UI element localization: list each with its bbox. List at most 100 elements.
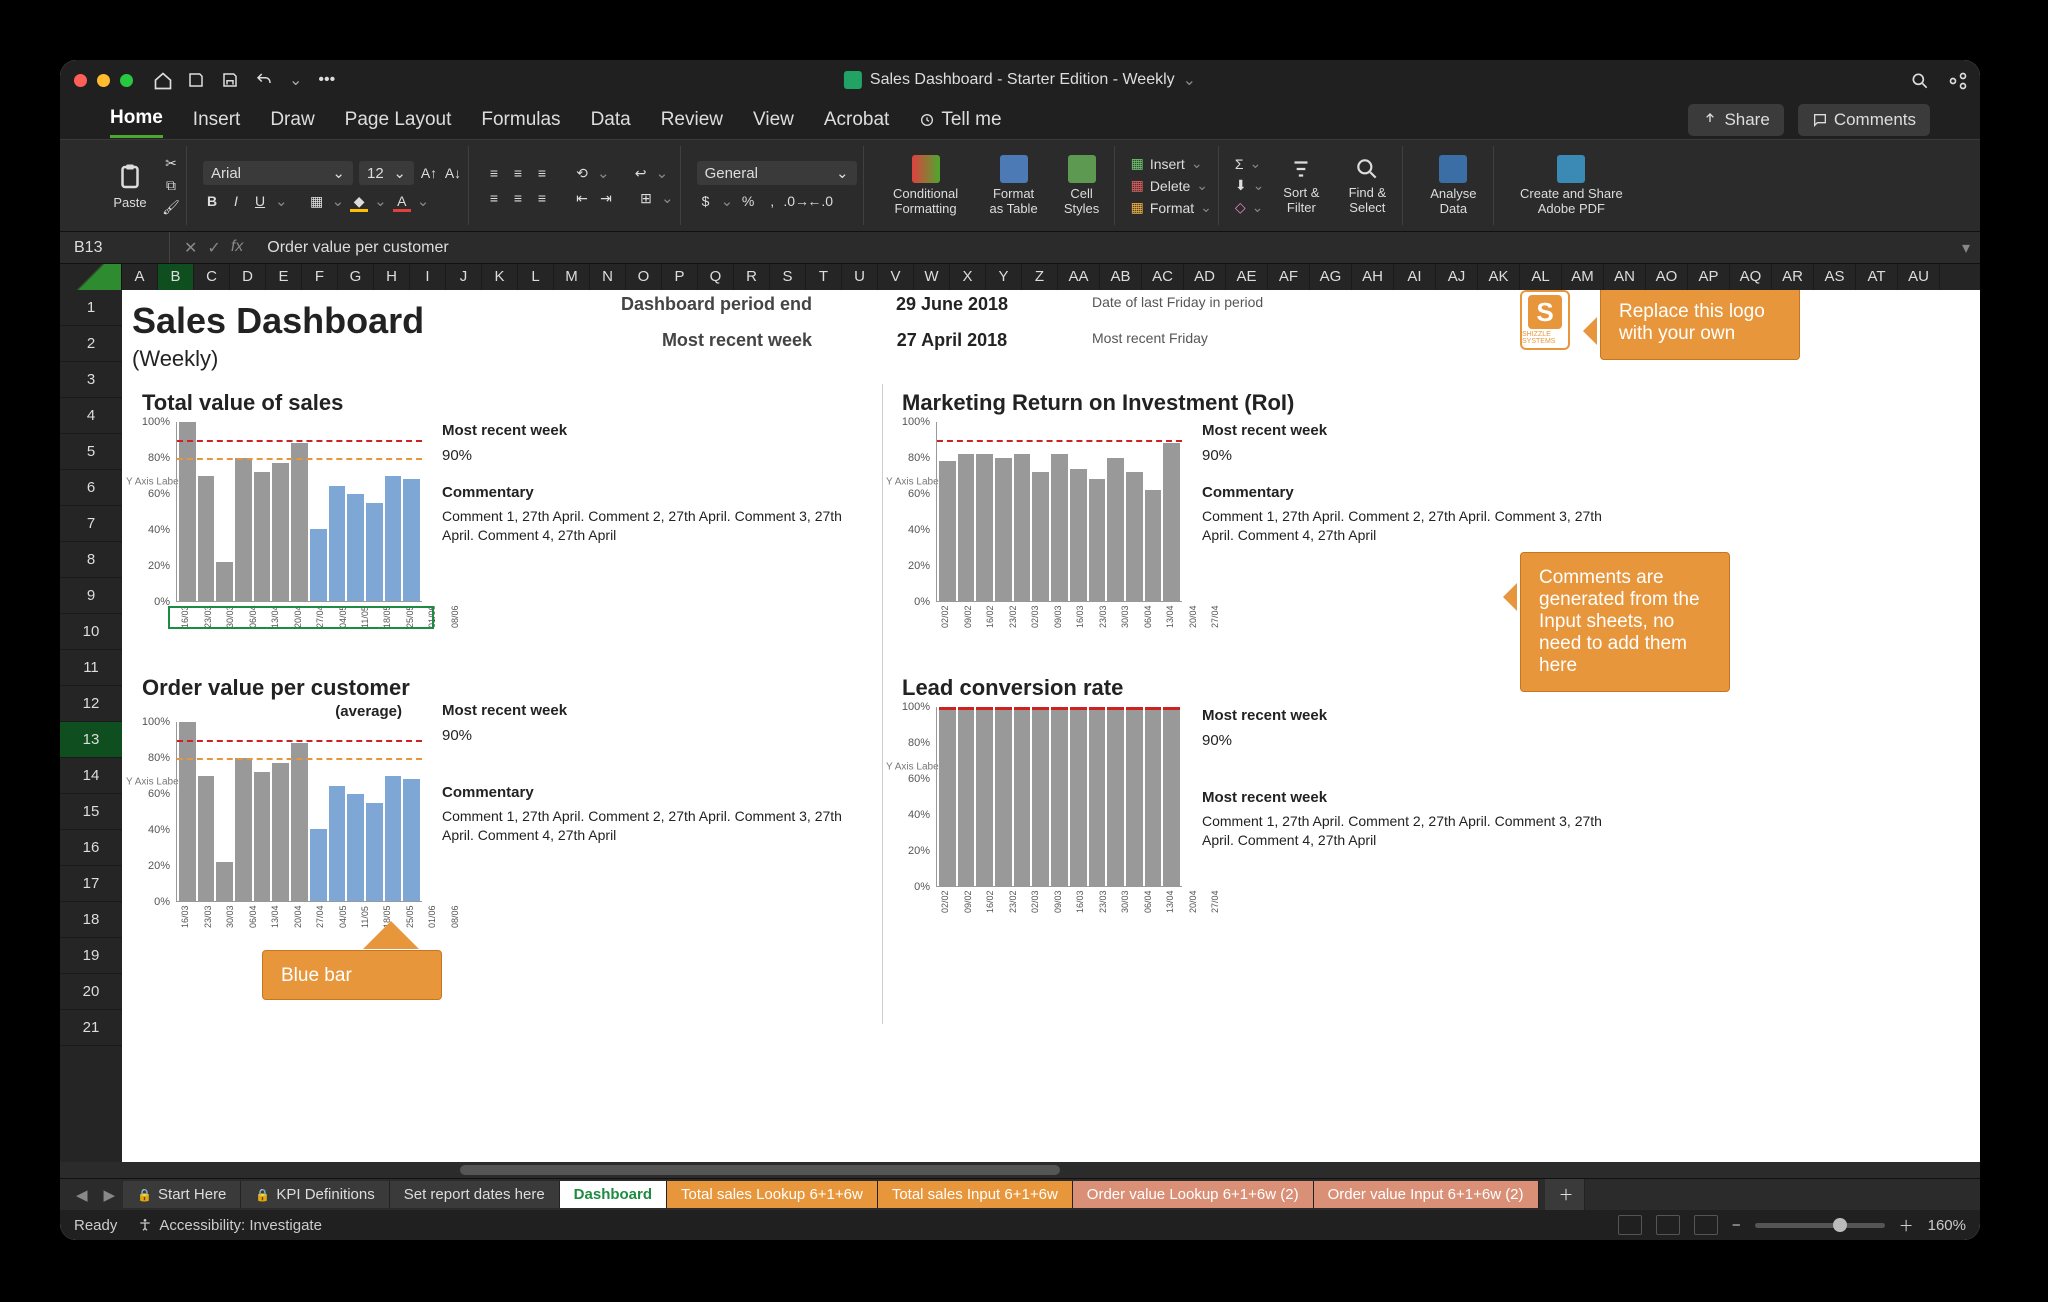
fill-color-button[interactable]: ◆ <box>350 192 368 210</box>
comma-icon[interactable]: , <box>763 192 781 210</box>
search-icon[interactable] <box>1910 71 1928 89</box>
scrollbar-thumb[interactable] <box>460 1165 1060 1175</box>
tab-formulas[interactable]: Formulas <box>481 103 560 137</box>
row-header[interactable]: 11 <box>60 650 122 686</box>
column-header[interactable]: X <box>950 264 986 290</box>
save-icon[interactable] <box>187 71 205 89</box>
tab-nav-prev-icon[interactable]: ◀ <box>68 1186 96 1204</box>
column-header[interactable]: S <box>770 264 806 290</box>
row-header[interactable]: 1 <box>60 290 122 326</box>
column-header[interactable]: B <box>158 264 194 290</box>
close-window-button[interactable] <box>74 74 87 87</box>
row-header[interactable]: 9 <box>60 578 122 614</box>
column-header[interactable]: I <box>410 264 446 290</box>
tab-data[interactable]: Data <box>591 103 631 137</box>
normal-view-button[interactable] <box>1618 1215 1642 1235</box>
column-header[interactable]: W <box>914 264 950 290</box>
column-header[interactable]: AL <box>1520 264 1562 290</box>
column-header[interactable]: V <box>878 264 914 290</box>
indent-decrease-icon[interactable]: ⇤ <box>573 189 591 207</box>
column-header[interactable]: AT <box>1856 264 1898 290</box>
column-header[interactable]: AC <box>1142 264 1184 290</box>
border-button[interactable]: ▦ <box>308 192 326 210</box>
column-header[interactable]: M <box>554 264 590 290</box>
align-bottom-icon[interactable]: ≡ <box>533 164 551 182</box>
merge-icon[interactable]: ⊞ <box>637 189 655 207</box>
number-format-select[interactable]: General⌄ <box>697 161 857 185</box>
sheet-tab[interactable]: Start Here <box>123 1181 241 1208</box>
column-header[interactable]: AG <box>1310 264 1352 290</box>
row-header[interactable]: 2 <box>60 326 122 362</box>
column-header[interactable]: AD <box>1184 264 1226 290</box>
italic-button[interactable]: I <box>227 192 245 210</box>
column-header[interactable]: P <box>662 264 698 290</box>
column-header[interactable]: O <box>626 264 662 290</box>
zoom-out-button[interactable]: − <box>1732 1217 1741 1234</box>
paste-button[interactable]: Paste <box>106 158 154 214</box>
conditional-formatting-button[interactable]: Conditional Formatting <box>880 151 972 220</box>
name-box[interactable]: B13 <box>60 232 170 263</box>
row-header[interactable]: 17 <box>60 866 122 902</box>
column-header[interactable]: D <box>230 264 266 290</box>
column-header[interactable]: R <box>734 264 770 290</box>
column-header[interactable]: F <box>302 264 338 290</box>
comments-button[interactable]: Comments <box>1798 104 1930 136</box>
share-button[interactable]: Share <box>1688 104 1783 136</box>
tab-review[interactable]: Review <box>661 103 723 137</box>
copy-icon[interactable]: ⧉ <box>162 177 180 195</box>
column-header[interactable]: AE <box>1226 264 1268 290</box>
align-left-icon[interactable]: ≡ <box>485 189 503 207</box>
row-header[interactable]: 16 <box>60 830 122 866</box>
indent-increase-icon[interactable]: ⇥ <box>597 189 615 207</box>
decrease-font-icon[interactable]: A↓ <box>444 164 462 182</box>
tab-tellme[interactable]: Tell me <box>919 103 1001 137</box>
increase-decimal-icon[interactable]: .0→ <box>787 192 805 210</box>
tab-insert[interactable]: Insert <box>193 103 241 137</box>
sheet-tab[interactable]: Dashboard <box>560 1181 667 1208</box>
row-header[interactable]: 20 <box>60 974 122 1010</box>
align-right-icon[interactable]: ≡ <box>533 189 551 207</box>
column-header[interactable]: AH <box>1352 264 1394 290</box>
wrap-text-icon[interactable]: ↩ <box>632 164 650 182</box>
column-header[interactable]: AR <box>1772 264 1814 290</box>
font-size-select[interactable]: 12⌄ <box>359 161 414 185</box>
column-header[interactable]: L <box>518 264 554 290</box>
sheet-tab[interactable]: Total sales Input 6+1+6w <box>878 1181 1073 1208</box>
clear-button[interactable]: ◇ ⌄ <box>1235 199 1264 216</box>
maximize-window-button[interactable] <box>120 74 133 87</box>
currency-icon[interactable]: $ <box>697 192 715 210</box>
tab-nav-next-icon[interactable]: ▶ <box>96 1186 124 1204</box>
qat-more-icon[interactable]: ••• <box>318 71 335 89</box>
column-header[interactable]: AO <box>1646 264 1688 290</box>
sort-filter-button[interactable]: Sort & Filter <box>1272 152 1330 219</box>
column-header[interactable]: J <box>446 264 482 290</box>
zoom-level[interactable]: 160% <box>1928 1217 1966 1234</box>
sheet-tab[interactable]: Set report dates here <box>390 1181 560 1208</box>
column-header[interactable]: AP <box>1688 264 1730 290</box>
column-header[interactable]: AF <box>1268 264 1310 290</box>
zoom-slider[interactable] <box>1755 1223 1885 1228</box>
cut-icon[interactable]: ✂ <box>162 155 180 173</box>
cell-styles-button[interactable]: Cell Styles <box>1056 151 1108 220</box>
underline-button[interactable]: U <box>251 192 269 210</box>
column-header[interactable]: C <box>194 264 230 290</box>
accept-formula-icon[interactable]: ✓ <box>207 238 220 258</box>
format-as-table-button[interactable]: Format as Table <box>980 151 1048 220</box>
column-header[interactable]: AN <box>1604 264 1646 290</box>
column-header[interactable]: A <box>122 264 158 290</box>
delete-cells-button[interactable]: ▦Delete⌄ <box>1131 177 1212 194</box>
column-header[interactable]: K <box>482 264 518 290</box>
row-header[interactable]: 3 <box>60 362 122 398</box>
row-header[interactable]: 7 <box>60 506 122 542</box>
column-header[interactable]: U <box>842 264 878 290</box>
increase-font-icon[interactable]: A↑ <box>420 164 438 182</box>
insert-cells-button[interactable]: ▦Insert⌄ <box>1131 155 1212 172</box>
status-accessibility[interactable]: Accessibility: Investigate <box>137 1217 322 1234</box>
tab-pagelayout[interactable]: Page Layout <box>345 103 452 137</box>
row-header[interactable]: 10 <box>60 614 122 650</box>
align-top-icon[interactable]: ≡ <box>485 164 503 182</box>
cancel-formula-icon[interactable]: ✕ <box>184 238 197 258</box>
column-header[interactable]: AA <box>1058 264 1100 290</box>
sheet-canvas[interactable]: Sales Dashboard (Weekly) Dashboard perio… <box>122 290 1980 1162</box>
undo-icon[interactable] <box>255 71 273 89</box>
